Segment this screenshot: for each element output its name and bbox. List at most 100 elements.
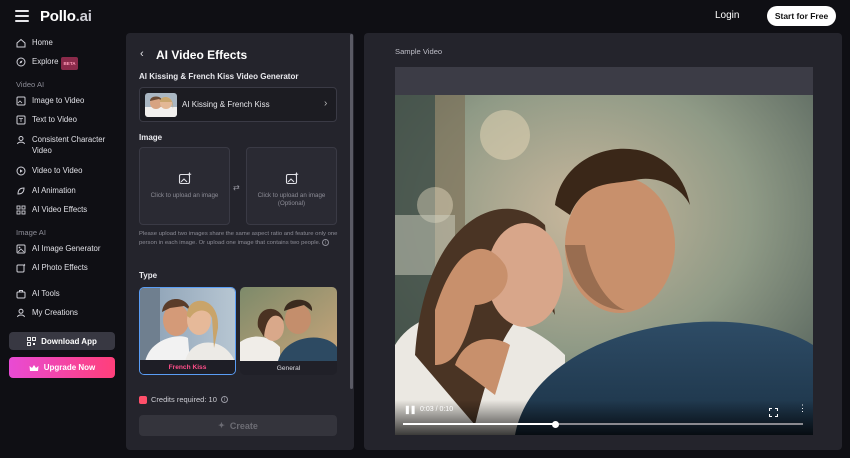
sidebar-item-consistent-character-video[interactable]: Consistent Character Video [16, 134, 105, 156]
info-icon[interactable]: i [220, 396, 228, 403]
beta-badge: BETA [61, 57, 78, 70]
sidebar-item-label: Explore [32, 57, 59, 66]
sidebar-item-label: Video to Video [32, 166, 83, 175]
effect-selector[interactable]: AI Kissing & French Kiss › [139, 87, 337, 122]
more-options-icon[interactable]: ⋮ [798, 404, 807, 413]
sidebar-item-label: AI Tools [32, 289, 60, 298]
top-bar: Pollo.ai Login Start for Free [0, 0, 850, 33]
video-time: 0:03 / 0:10 [420, 406, 454, 413]
effect-thumbnail [145, 93, 177, 117]
sidebar-item-my-creations[interactable]: My Creations [16, 307, 78, 318]
sidebar-item-text-to-video[interactable]: Text to Video [16, 114, 77, 125]
credits-text: Credits required: 10 [151, 395, 217, 404]
sidebar-item-ai-tools[interactable]: AI Tools [16, 288, 60, 299]
upgrade-now-button[interactable]: Upgrade Now [9, 357, 115, 378]
image-section-label: Image [139, 133, 163, 142]
sample-video-player[interactable] [395, 95, 813, 435]
upload-hint-group: Click to upload an image (Optional) [247, 192, 336, 208]
character-icon [16, 135, 26, 145]
upload-image-2[interactable]: Click to upload an image (Optional) [246, 147, 337, 225]
swap-icon[interactable]: ⇄ [233, 183, 240, 192]
effect-selector-label: AI Kissing & French Kiss [182, 100, 270, 109]
sidebar-item-label-group: Consistent Character Video [32, 134, 105, 156]
general-thumbnail [240, 287, 337, 361]
sidebar-item-label: Consistent Character [32, 135, 106, 144]
home-icon [16, 38, 26, 48]
upload-hint: Click to upload an image [257, 192, 326, 199]
photo-effects-icon [16, 263, 26, 273]
page-title: AI Video Effects [156, 48, 248, 62]
hamburger-menu-icon[interactable] [15, 10, 29, 22]
sidebar-item-ai-image-generator[interactable]: AI Image Generator [16, 243, 100, 254]
sidebar-item-label: Home [32, 38, 53, 47]
sidebar-item-ai-photo-effects[interactable]: AI Photo Effects [16, 262, 88, 273]
sidebar-item-home[interactable]: Home [16, 37, 53, 48]
crown-icon [29, 364, 39, 372]
video-progress-handle[interactable] [551, 420, 559, 428]
type-card-general[interactable]: General [240, 287, 337, 375]
panel-scrollbar[interactable] [350, 34, 353, 389]
sample-video-frame [395, 95, 813, 435]
start-for-free-button[interactable]: Start for Free [767, 6, 836, 26]
image-upload-icon [178, 172, 192, 186]
type-card-label: French Kiss [140, 360, 235, 374]
compass-icon [16, 57, 26, 67]
upload-hint: Click to upload an image [150, 192, 219, 199]
sidebar-item-ai-video-effects[interactable]: AI Video Effects [16, 204, 87, 215]
french-kiss-thumbnail [140, 288, 235, 362]
sidebar-item-label: My Creations [32, 308, 78, 317]
sample-video-label: Sample Video [395, 47, 443, 56]
effects-grid-icon [16, 205, 26, 215]
video-progress-fill [403, 423, 555, 425]
upload-instructions-text: Please upload two images share the same … [139, 231, 338, 246]
credits-info: Credits required: 10 i [139, 395, 228, 404]
download-app-label: Download App [41, 336, 97, 346]
create-label: Create [229, 420, 258, 431]
sparkle-icon: ✦ [218, 421, 225, 430]
chevron-right-icon: › [324, 98, 328, 109]
qr-code-icon [27, 336, 37, 346]
type-card-french-kiss[interactable]: French Kiss [139, 287, 236, 375]
image-video-icon [16, 96, 26, 106]
upload-optional: (Optional) [277, 200, 306, 207]
sidebar-item-label: AI Video Effects [32, 205, 88, 214]
upload-image-1[interactable]: Click to upload an image [139, 147, 230, 225]
video-loop-icon [16, 166, 26, 176]
info-icon[interactable]: i [322, 238, 330, 246]
video-letterbox [395, 67, 813, 95]
sidebar-item-ai-animation[interactable]: AI Animation [16, 185, 76, 196]
toolbox-icon [16, 289, 26, 299]
logo[interactable]: Pollo.ai [40, 8, 92, 25]
generator-title: AI Kissing & French Kiss Video Generator [139, 72, 299, 81]
sidebar-item-label: AI Animation [32, 186, 76, 195]
sidebar-item-label-line2: Video [32, 146, 52, 155]
logo-tld: .ai [75, 8, 92, 25]
text-video-icon [16, 115, 26, 125]
video-ai-section-label: Video AI [16, 80, 45, 89]
image-upload-icon [285, 172, 299, 186]
pause-icon[interactable]: ❚❚ [404, 405, 416, 414]
sidebar-item-explore[interactable]: Explore BETA [16, 56, 78, 70]
sidebar-item-label: AI Photo Effects [32, 263, 88, 272]
login-link[interactable]: Login [715, 10, 739, 21]
type-card-label: General [240, 361, 337, 375]
fullscreen-icon[interactable] [768, 404, 779, 418]
sidebar-item-video-to-video[interactable]: Video to Video [16, 165, 82, 176]
create-button[interactable]: ✦ Create [139, 415, 337, 436]
back-chevron-icon[interactable]: ‹ [140, 48, 144, 60]
logo-text: Pollo [40, 8, 76, 25]
video-controls [395, 400, 813, 435]
animation-icon [16, 186, 26, 196]
sidebar-item-label: Image to Video [32, 96, 85, 105]
sidebar-item-image-to-video[interactable]: Image to Video [16, 95, 84, 106]
upgrade-now-label: Upgrade Now [43, 363, 96, 372]
user-icon [16, 308, 26, 318]
image-generator-icon [16, 244, 26, 254]
credits-coin-icon [139, 395, 147, 404]
download-app-button[interactable]: Download App [9, 332, 115, 350]
type-section-label: Type [139, 271, 158, 280]
upload-instructions: Please upload two images share the same … [139, 230, 339, 247]
sidebar-item-label: Text to Video [32, 115, 77, 124]
sidebar-item-label: AI Image Generator [32, 244, 101, 253]
video-progress-bar[interactable] [403, 420, 803, 428]
